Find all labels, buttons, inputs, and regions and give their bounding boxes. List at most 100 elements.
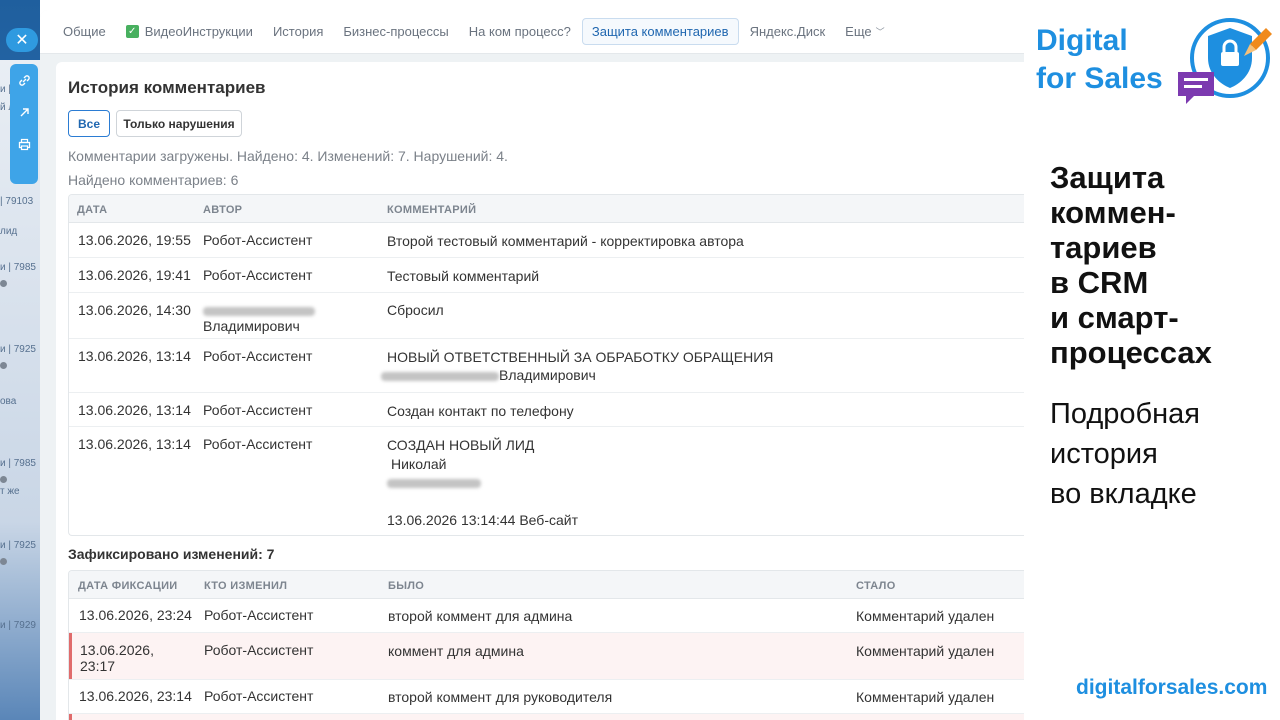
headline-line: в CRM (1050, 265, 1149, 300)
table-row: 13.06.2026, 13:14 Робот-Ассистент НОВЫЙ … (69, 339, 1024, 393)
bg-avatar-dot (0, 476, 7, 483)
bg-avatar-dot (0, 280, 7, 287)
tab-label: Общие (63, 24, 106, 39)
bg-avatar-dot (0, 362, 7, 369)
tab-history[interactable]: История (264, 19, 332, 44)
bg-list-item: ова (0, 396, 17, 407)
tab-who-has-process[interactable]: На ком процесс? (460, 19, 580, 44)
bg-list-item: и | 7985 (0, 262, 36, 273)
print-button[interactable] (10, 128, 38, 160)
website-link[interactable]: digitalforsales.com (1076, 676, 1267, 700)
chevron-down-icon: ﹀ (875, 27, 885, 37)
filter-all-button[interactable]: Все (68, 110, 110, 137)
cell-date: 13.06.2026, 14:30 (78, 302, 191, 318)
bg-list-item: и | 7985 (0, 458, 36, 469)
cell-comment: НОВЫЙ ОТВЕТСТВЕННЫЙ ЗА ОБРАБОТКУ ОБРАЩЕН… (387, 349, 774, 365)
column-header-author: АВТОР (203, 204, 243, 216)
close-icon: ✕ (15, 32, 29, 49)
cell-comment: Создан контакт по телефону (387, 403, 574, 419)
cell-author: Робот-Ассистент (203, 348, 313, 364)
changes-table: ДАТА ФИКСАЦИИ КТО ИЗМЕНИЛ БЫЛО СТАЛО 13.… (68, 570, 1024, 720)
cell-became: Комментарий удален (856, 643, 995, 659)
tab-general[interactable]: Общие (54, 19, 115, 44)
slider-toolbar (10, 64, 38, 184)
cell-was: второй коммент для руководителя (388, 689, 613, 705)
table-header: ДАТА ФИКСАЦИИ КТО ИЗМЕНИЛ БЫЛО СТАЛО (69, 571, 1024, 599)
table-row: 13.06.2026, 19:41 Робот-Ассистент Тестов… (69, 258, 1024, 293)
brand-name: Digital for Sales (1036, 22, 1163, 98)
tab-yandex-disk[interactable]: Яндекс.Диск (741, 19, 835, 44)
shield-lock-chat-logo-icon (1178, 18, 1272, 104)
cell-date: 13.06.2026, 19:41 (78, 267, 191, 283)
column-header-changed-by: КТО ИЗМЕНИЛ (204, 580, 288, 592)
checkbox-checked-icon: ✓ (125, 25, 139, 38)
promo-headline: Защита коммен- тариев в CRM и смарт- про… (1050, 160, 1212, 370)
table-header: ДАТА АВТОР КОММЕНТАРИЙ (69, 195, 1024, 223)
subline-line: история (1050, 438, 1158, 470)
bg-avatar-dot (0, 558, 7, 565)
headline-line: Защита (1050, 160, 1165, 195)
tab-label: ВидеоИнструкции (144, 24, 253, 39)
cell-author: Робот-Ассистент (203, 232, 313, 248)
cell-author: Робот-Ассистент (203, 267, 313, 283)
tab-label: История (272, 24, 324, 39)
cell-author: Владимирович (203, 318, 300, 334)
cell-comment: СОЗДАН НОВЫЙ ЛИД (387, 437, 535, 453)
cell-date: 13.06.2026, 23:24 (79, 607, 192, 623)
tab-comment-protection[interactable]: Защита комментариев (581, 18, 739, 45)
bg-list-item: лид (0, 226, 18, 237)
table-row: 13.06.2026, 19:55 Робот-Ассистент Второй… (69, 223, 1024, 258)
bg-list-item: | 79103 (0, 196, 34, 207)
link-icon (18, 74, 30, 86)
cell-was: коммент для админа (388, 643, 524, 659)
redacted-phone (387, 473, 481, 491)
table-row-violation: 13.06.2026, 23:17 Робот-Ассистент коммен… (69, 633, 1024, 680)
cell-comment: Сбросил (387, 302, 444, 318)
cell-date: 13.06.2026, 19:55 (78, 232, 191, 248)
comments-table: ДАТА АВТОР КОММЕНТАРИЙ 13.06.2026, 19:55… (68, 194, 1024, 536)
cell-date: 13.06.2026, 23:14 (79, 688, 192, 704)
promo-subline: Подробная история во вкладке (1050, 394, 1200, 514)
tab-bar: Общие ✓ ВидеоИнструкции История Бизнес-пр… (40, 10, 1024, 54)
cell-comment-source: 13.06.2026 13:14:44 Веб-сайт (387, 512, 579, 528)
bg-list-item: и | 7925 (0, 344, 36, 355)
cell-changed-by: Робот-Ассистент (204, 607, 314, 623)
print-icon (18, 138, 30, 150)
cell-comment-name: Николай (391, 456, 447, 472)
load-status-text: Комментарии загружены. Найдено: 4. Измен… (68, 148, 508, 164)
column-header-became: СТАЛО (856, 580, 896, 592)
column-header-was: БЫЛО (388, 580, 425, 592)
filter-violations-button[interactable]: Только нарушения (116, 110, 242, 137)
promo-panel: Digital for Sales Защита коммен- тариев … (1024, 0, 1280, 720)
cell-date: 13.06.2026, 13:14 (78, 348, 191, 364)
table-row-violation (69, 714, 1024, 720)
tab-more[interactable]: Еще ﹀ (836, 19, 893, 44)
comment-history-card: История комментариев Все Только нарушени… (56, 62, 1024, 720)
tab-video-instructions[interactable]: ✓ ВидеоИнструкции (117, 19, 262, 44)
headline-line: тариев (1050, 230, 1157, 265)
table-row: 13.06.2026, 23:24 Робот-Ассистент второй… (69, 599, 1024, 633)
cell-comment: Тестовый комментарий (387, 268, 540, 284)
link-button[interactable] (10, 64, 38, 96)
found-count-text: Найдено комментариев: 6 (68, 172, 239, 188)
cell-comment-line: Владимирович (381, 366, 596, 384)
changes-section-title: Зафиксировано изменений: 7 (68, 546, 275, 562)
cell-changed-by: Робот-Ассистент (204, 642, 314, 658)
cell-comment-name: Владимирович (499, 367, 596, 383)
close-slider-button[interactable]: ✕ (6, 28, 38, 52)
crm-background: и | 7965 й лид | 79103 лид и | 7985 и | … (0, 0, 40, 720)
tab-label: Еще (845, 24, 872, 39)
external-link-icon (20, 107, 29, 116)
headline-line: коммен- (1050, 195, 1176, 230)
brand-line: Digital (1036, 24, 1128, 57)
table-row: 13.06.2026, 23:14 Робот-Ассистент второй… (69, 680, 1024, 714)
tab-business-processes[interactable]: Бизнес-процессы (334, 19, 457, 44)
tab-label: Бизнес-процессы (343, 24, 449, 39)
brand-line: for Sales (1036, 62, 1163, 95)
tab-label: На ком процесс? (468, 24, 571, 39)
column-header-fix-date: ДАТА ФИКСАЦИИ (78, 580, 178, 592)
cell-was: второй коммент для админа (388, 608, 573, 624)
tab-label: Защита комментариев (591, 24, 729, 39)
open-new-window-button[interactable] (10, 96, 38, 128)
headline-line: процессах (1050, 335, 1212, 370)
